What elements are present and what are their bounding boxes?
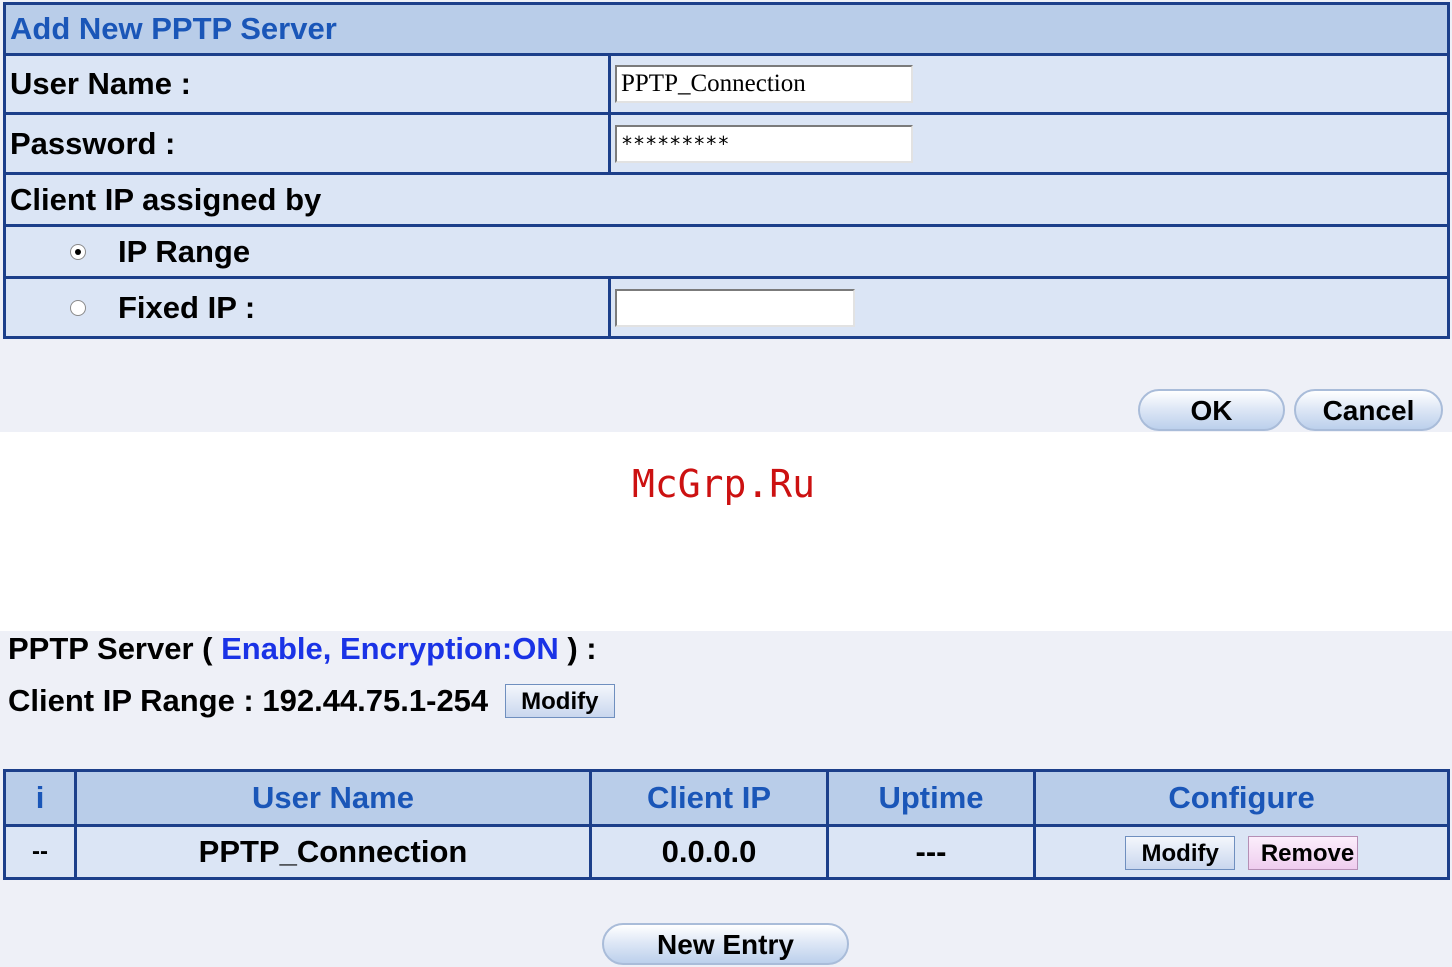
ip-range-radio[interactable] <box>70 243 86 260</box>
row-configure: Modify Remove <box>1033 824 1450 880</box>
row-client-ip: 0.0.0.0 <box>589 824 829 880</box>
server-status-suffix: ) : <box>558 631 597 666</box>
fixed-ip-row: Fixed IP : <box>3 276 611 339</box>
ok-button[interactable]: OK <box>1138 389 1285 431</box>
row-uptime: --- <box>826 824 1036 880</box>
user-name-input[interactable] <box>615 65 913 103</box>
server-status-prefix: PPTP Server ( <box>8 631 222 666</box>
watermark: McGrp.Ru <box>632 462 816 506</box>
column-header-client-ip: Client IP <box>589 769 829 827</box>
column-header-index: i <box>3 769 77 827</box>
user-name-cell <box>608 53 1450 115</box>
column-header-user-name: User Name <box>74 769 592 827</box>
modify-range-button[interactable]: Modify <box>504 683 615 718</box>
row-remove-button[interactable]: Remove <box>1247 836 1358 871</box>
server-status-value: Enable, Encryption:ON <box>221 631 559 666</box>
add-pptp-server-form: Add New PPTP Server User Name : Password… <box>3 2 1450 339</box>
ip-range-label: IP Range <box>118 233 251 269</box>
pptp-server-status-line: PPTP Server ( Enable, Encryption:ON ) : <box>8 631 597 667</box>
row-index: -- <box>3 824 77 880</box>
password-label: Password : <box>3 112 611 175</box>
fixed-ip-label: Fixed IP : <box>118 289 256 325</box>
password-input[interactable] <box>615 124 913 163</box>
cancel-button[interactable]: Cancel <box>1294 389 1443 431</box>
column-header-uptime: Uptime <box>826 769 1036 827</box>
pptp-server-list-panel: PPTP Server ( Enable, Encryption:ON ) : … <box>0 631 1452 967</box>
row-modify-button[interactable]: Modify <box>1125 836 1236 871</box>
fixed-ip-radio[interactable] <box>70 299 86 316</box>
user-name-label: User Name : <box>3 53 611 115</box>
client-ip-assigned-label: Client IP assigned by <box>3 172 1450 227</box>
fixed-ip-input[interactable] <box>615 288 855 327</box>
table-header-row: i User Name Client IP Uptime Configure <box>3 769 1450 827</box>
password-cell <box>608 112 1450 175</box>
client-ip-range-line: Client IP Range : 192.44.75.1-254 Modify <box>8 681 615 719</box>
pptp-users-table: i User Name Client IP Uptime Configure -… <box>3 769 1450 880</box>
fixed-ip-cell <box>608 276 1450 339</box>
table-row: -- PPTP_Connection 0.0.0.0 --- Modify Re… <box>3 824 1450 880</box>
row-user-name: PPTP_Connection <box>74 824 592 880</box>
new-entry-button[interactable]: New Entry <box>602 923 849 965</box>
form-title: Add New PPTP Server <box>3 2 1450 56</box>
client-ip-range-label: Client IP Range : 192.44.75.1-254 <box>8 682 489 718</box>
column-header-configure: Configure <box>1033 769 1450 827</box>
radio-selected-dot <box>75 248 81 255</box>
add-pptp-server-panel: Add New PPTP Server User Name : Password… <box>0 0 1452 432</box>
ip-range-row: IP Range <box>3 224 1450 279</box>
